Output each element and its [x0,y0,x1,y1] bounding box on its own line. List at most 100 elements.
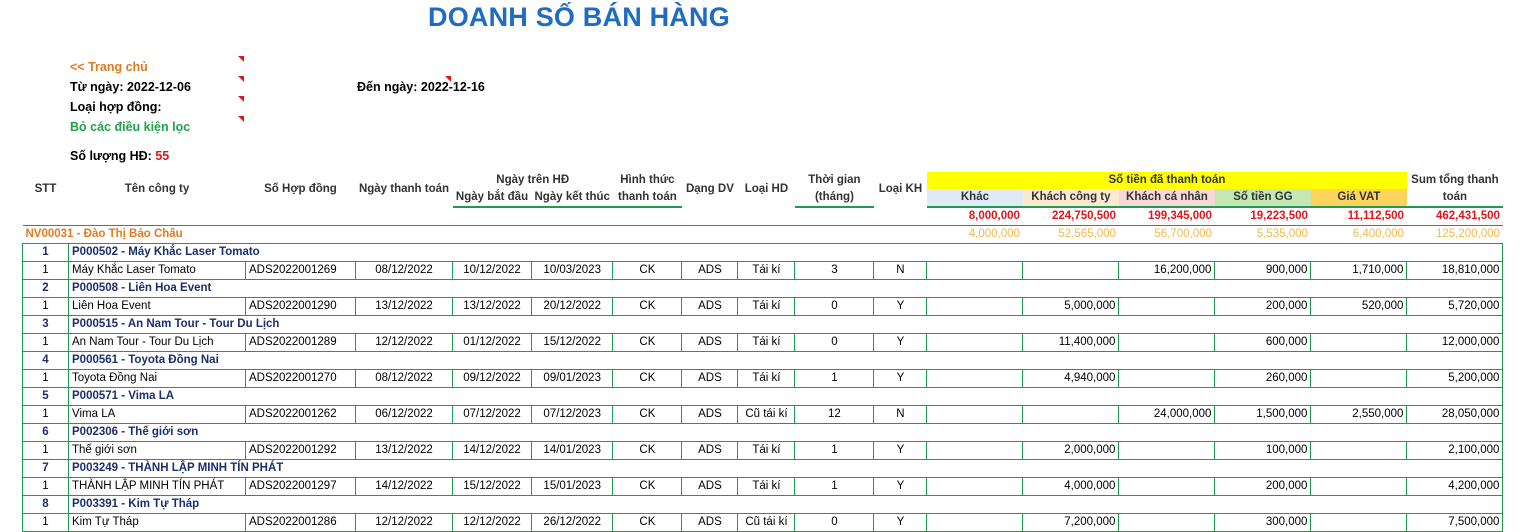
row-vat[interactable]: 520,000 [1310,297,1408,316]
row-service-type[interactable]: ADS [681,441,739,460]
row-pay-date[interactable]: 08/12/2022 [355,261,453,280]
table-row[interactable]: 1 Vima LA ADS2022001262 06/12/2022 07/12/202… [22,405,1504,424]
row-end-date[interactable]: 09/01/2023 [530,369,614,388]
table-row[interactable]: 1 Liên Hoa Event ADS2022001290 13/12/2022 13… [22,297,1504,316]
row-service-type[interactable]: ADS [681,261,739,280]
row-pay-method[interactable]: CK [612,369,683,388]
group-row[interactable]: 7 P003249 - THÀNH LẬP MINH TÍN PHÁT [22,459,1504,478]
row-discount[interactable]: 200,000 [1214,297,1312,316]
row-stt[interactable]: 1 [22,297,69,316]
group-name[interactable]: P000571 - Vima LA [67,387,1504,406]
row-pay-date[interactable]: 12/12/2022 [355,333,453,352]
row-contract-no[interactable]: ADS2022001292 [245,441,356,460]
row-start-date[interactable]: 07/12/2022 [452,405,532,424]
row-individual[interactable] [1118,369,1216,388]
row-individual[interactable] [1118,477,1216,496]
group-row[interactable]: 5 P000571 - Vima LA [22,387,1504,406]
row-duration[interactable]: 12 [794,405,875,424]
row-company[interactable]: Kim Tự Tháp [68,513,246,532]
row-company[interactable]: Toyota Đồng Nai [68,369,246,388]
row-stt[interactable]: 1 [22,261,69,280]
row-duration[interactable]: 1 [794,369,875,388]
row-start-date[interactable]: 14/12/2022 [452,441,532,460]
group-row[interactable]: 3 P000515 - An Nam Tour - Tour Du Lịch [22,315,1504,334]
row-end-date[interactable]: 26/12/2022 [530,513,614,532]
employee-row[interactable]: NV00031 - Đào Thị Bảo Châu 4,000,000 52,… [22,225,1503,244]
row-other[interactable] [926,297,1024,316]
row-start-date[interactable]: 12/12/2022 [452,513,532,532]
row-sum[interactable]: 7,500,000 [1406,513,1504,532]
home-link[interactable]: << Trang chủ [70,60,148,74]
row-individual[interactable] [1118,513,1216,532]
row-pay-method[interactable]: CK [612,333,683,352]
row-service-type[interactable]: ADS [681,513,739,532]
row-stt[interactable]: 1 [22,441,69,460]
row-contract-type[interactable]: Tái kí [737,297,796,316]
row-contract-no[interactable]: ADS2022001270 [245,369,356,388]
row-pay-date[interactable]: 08/12/2022 [355,369,453,388]
row-other[interactable] [926,513,1024,532]
group-row[interactable]: 2 P000508 - Liên Hoa Event [22,279,1504,298]
group-name[interactable]: P003249 - THÀNH LẬP MINH TÍN PHÁT [67,459,1504,478]
row-duration[interactable]: 0 [794,297,875,316]
row-start-date[interactable]: 10/12/2022 [452,261,532,280]
row-contract-type[interactable]: Tái kí [737,333,796,352]
row-customer-type[interactable]: Y [873,441,928,460]
table-row[interactable]: 1 Thế giới sơn ADS2022001292 13/12/2022 14/1… [22,441,1504,460]
row-pay-method[interactable]: CK [612,441,683,460]
row-stt[interactable]: 1 [22,405,69,424]
row-other[interactable] [926,369,1024,388]
from-date-value[interactable]: 2022-12-06 [127,80,191,94]
group-name[interactable]: P000561 - Toyota Đồng Nai [67,351,1504,370]
row-sum[interactable]: 5,200,000 [1406,369,1504,388]
table-row[interactable]: 1 An Nam Tour - Tour Du Lịch ADS2022001289… [22,333,1504,352]
row-individual[interactable]: 16,200,000 [1118,261,1216,280]
row-vat[interactable] [1310,477,1408,496]
row-service-type[interactable]: ADS [681,405,739,424]
row-stt[interactable]: 1 [22,333,69,352]
row-contract-type[interactable]: Tái kí [737,369,796,388]
row-duration[interactable]: 0 [794,513,875,532]
group-name[interactable]: P000502 - Máy Khắc Laser Tomato [67,243,1504,262]
clear-filters-link[interactable]: Bỏ các điều kiện lọc [70,120,190,134]
row-stt[interactable]: 1 [22,513,69,532]
row-corporate[interactable]: 11,400,000 [1022,333,1120,352]
row-corporate[interactable] [1022,261,1120,280]
from-date-filter[interactable]: Từ ngày: 2022-12-06 [70,80,191,94]
row-discount[interactable]: 900,000 [1214,261,1312,280]
row-company[interactable]: Liên Hoa Event [68,297,246,316]
row-duration[interactable]: 1 [794,477,875,496]
row-contract-no[interactable]: ADS2022001262 [245,405,356,424]
row-pay-date[interactable]: 12/12/2022 [355,513,453,532]
row-vat[interactable] [1310,441,1408,460]
row-customer-type[interactable]: Y [873,297,928,316]
row-sum[interactable]: 2,100,000 [1406,441,1504,460]
row-other[interactable] [926,333,1024,352]
table-row[interactable]: 1 Máy Khắc Laser Tomato ADS2022001269 08/12… [22,261,1504,280]
row-pay-method[interactable]: CK [612,405,683,424]
row-customer-type[interactable]: Y [873,477,928,496]
row-duration[interactable]: 3 [794,261,875,280]
group-row[interactable]: 6 P002306 - Thế giới sơn [22,423,1504,442]
row-pay-date[interactable]: 13/12/2022 [355,441,453,460]
row-end-date[interactable]: 10/03/2023 [530,261,614,280]
row-discount[interactable]: 1,500,000 [1214,405,1312,424]
row-discount[interactable]: 300,000 [1214,513,1312,532]
to-date-filter[interactable]: Đến ngày: 2022-12-16 [357,80,485,94]
row-corporate[interactable] [1022,405,1120,424]
row-contract-no[interactable]: ADS2022001297 [245,477,356,496]
row-contract-type[interactable]: Cũ tái kí [737,405,796,424]
group-row[interactable]: 4 P000561 - Toyota Đồng Nai [22,351,1504,370]
contract-type-filter[interactable]: Loại hợp đồng: [70,100,162,114]
row-sum[interactable]: 5,720,000 [1406,297,1504,316]
row-duration[interactable]: 0 [794,333,875,352]
row-other[interactable] [926,261,1024,280]
row-start-date[interactable]: 15/12/2022 [452,477,532,496]
row-pay-method[interactable]: CK [612,261,683,280]
row-corporate[interactable]: 5,000,000 [1022,297,1120,316]
row-customer-type[interactable]: Y [873,333,928,352]
row-discount[interactable]: 100,000 [1214,441,1312,460]
row-sum[interactable]: 18,810,000 [1406,261,1504,280]
row-discount[interactable]: 200,000 [1214,477,1312,496]
row-individual[interactable] [1118,333,1216,352]
